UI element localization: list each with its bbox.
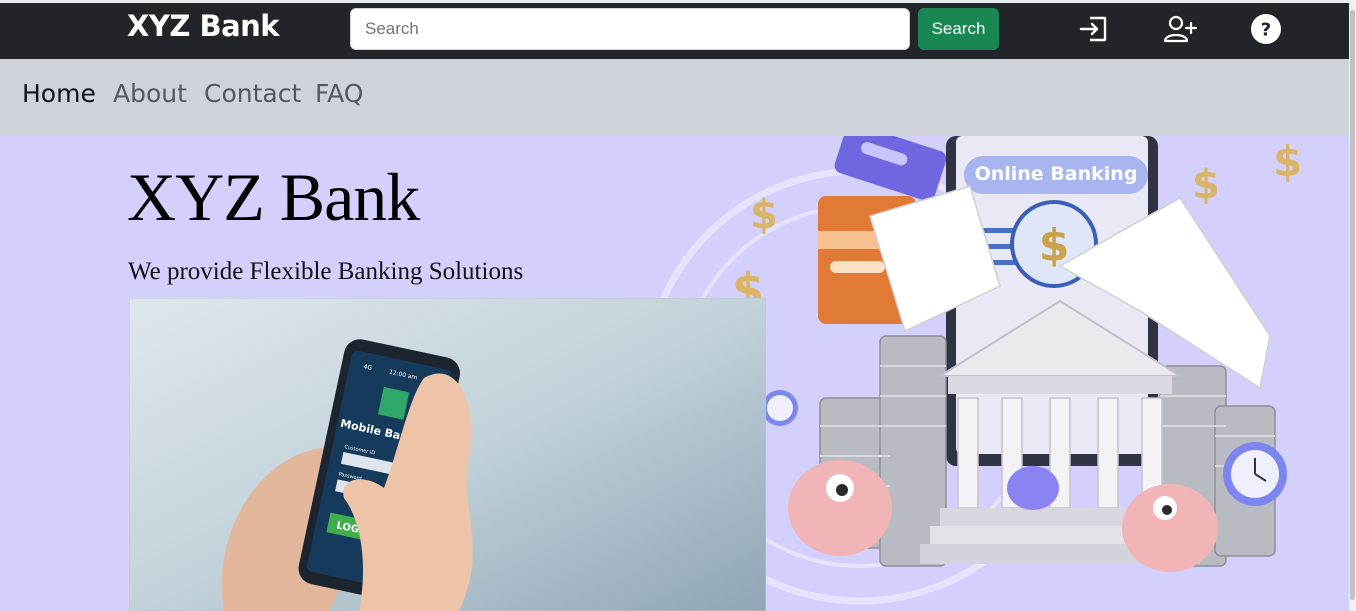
svg-text:$: $	[1192, 162, 1220, 208]
nav-faq[interactable]: FAQ	[315, 79, 363, 108]
brand-logo[interactable]: XYZ Bank	[127, 9, 280, 43]
svg-text:?: ?	[1261, 20, 1271, 41]
search-input[interactable]	[350, 8, 910, 50]
mobile-banking-photo: 4G 12:00 am Mobile Banking Customer ID P…	[129, 298, 766, 611]
search-button[interactable]: Search	[918, 8, 999, 50]
online-banking-label: Online Banking	[975, 163, 1138, 185]
nav-about[interactable]: About	[113, 79, 187, 108]
scrollbar-thumb[interactable]	[1350, 10, 1355, 600]
hero-subtitle: We provide Flexible Banking Solutions	[128, 258, 524, 285]
hero-section: Online Banking $ $ $ $ $ XYZ Bank We pro…	[0, 136, 1349, 611]
nav-home[interactable]: Home	[22, 79, 96, 108]
nav-contact[interactable]: Contact	[204, 79, 301, 108]
svg-text:$: $	[750, 192, 778, 238]
login-icon[interactable]	[1077, 12, 1111, 46]
secondary-nav: Home About Contact FAQ	[0, 59, 1349, 136]
add-user-icon[interactable]	[1163, 12, 1197, 46]
top-navbar: XYZ Bank Search ?	[0, 0, 1349, 59]
help-icon[interactable]: ?	[1249, 12, 1283, 46]
hero-title: XYZ Bank	[127, 159, 420, 235]
svg-text:$: $	[1273, 137, 1302, 186]
